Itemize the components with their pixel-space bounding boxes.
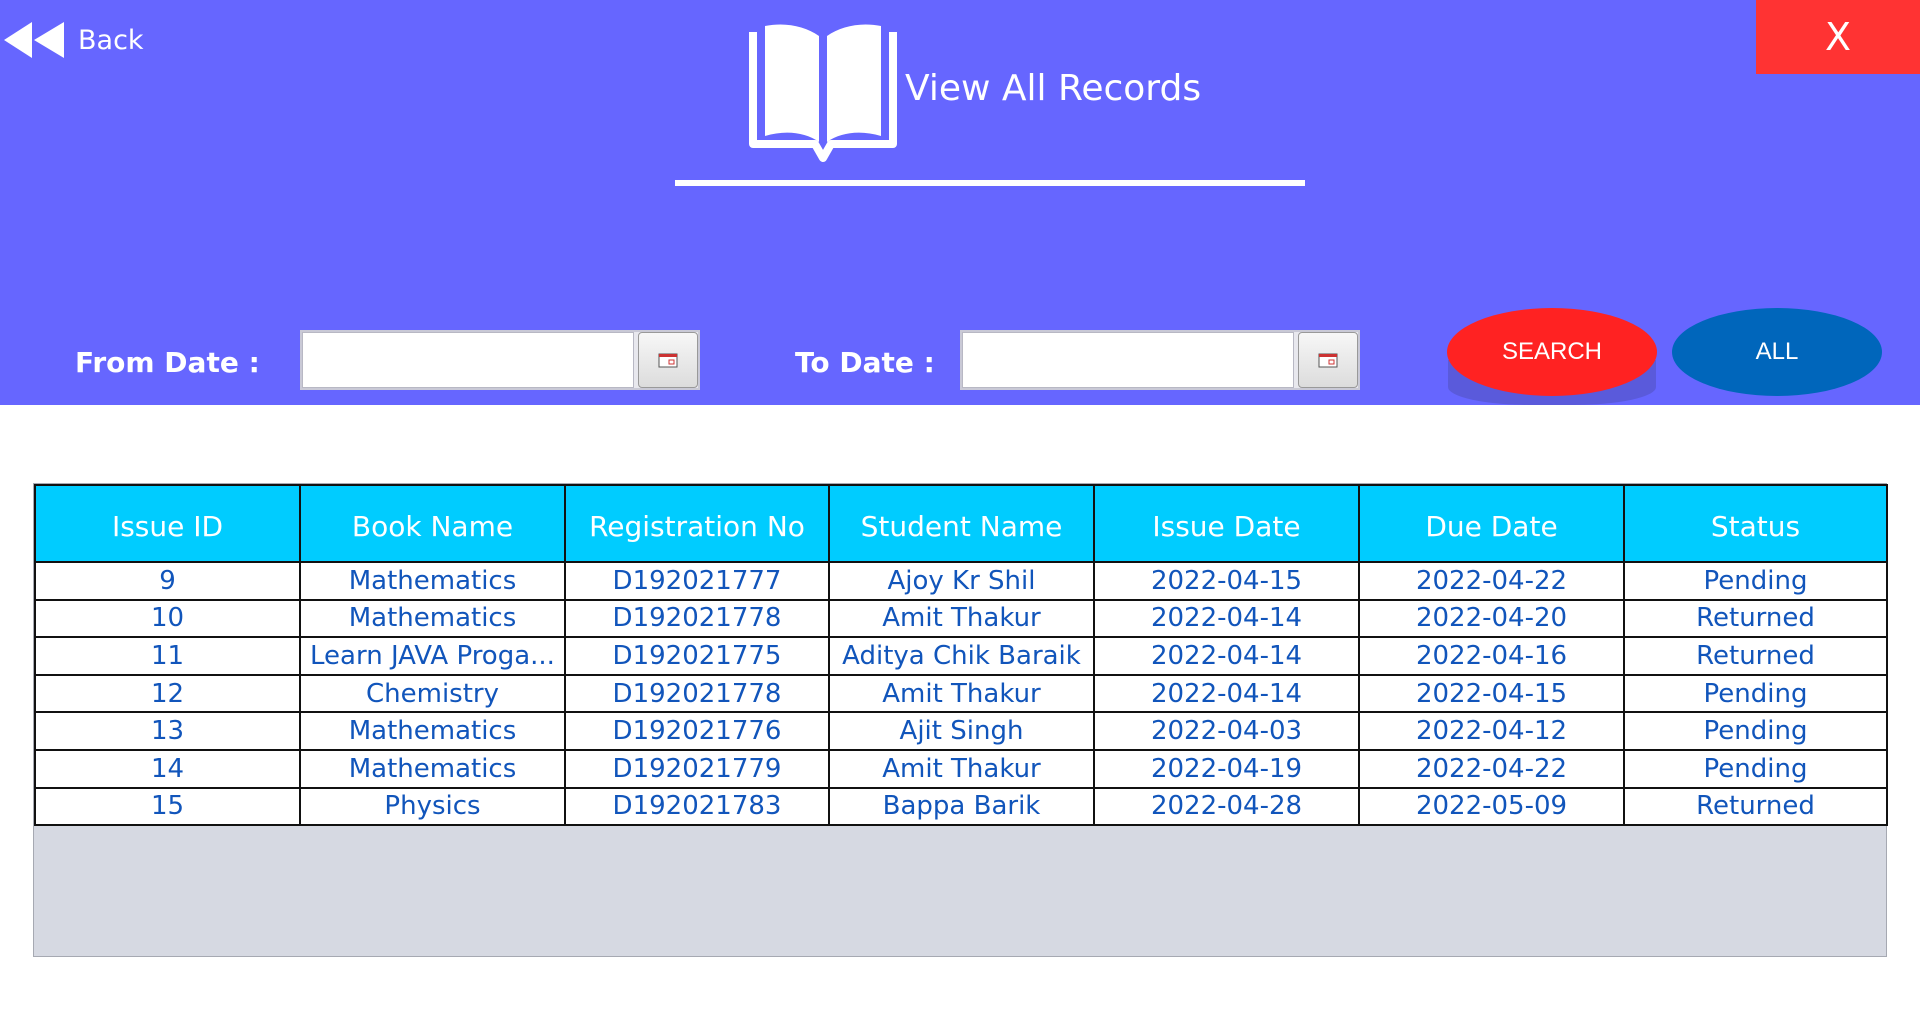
from-date-calendar-button[interactable] [638, 332, 698, 388]
title-underline [675, 180, 1305, 186]
cell-student-name[interactable]: Amit Thakur [828, 673, 1095, 714]
from-date-picker [300, 330, 700, 390]
table-row[interactable]: 10 Mathematics D192021778 Amit Thakur 2022-0… [34, 598, 1888, 639]
cell-registration-no[interactable]: D192021775 [564, 636, 830, 676]
cell-issue-date[interactable]: 2022-04-14 [1093, 636, 1360, 676]
column-header-issue-id[interactable]: Issue ID [34, 484, 301, 563]
cell-issue-date[interactable]: 2022-04-15 [1093, 561, 1360, 601]
column-header-registration-no[interactable]: Registration No [564, 484, 830, 563]
cell-issue-id[interactable]: 15 [34, 786, 301, 827]
cell-status[interactable]: Pending [1623, 561, 1888, 601]
header-bar: Back X View All Records From Date : To D… [0, 0, 1920, 405]
cell-book-name[interactable]: Mathematics [299, 748, 566, 789]
to-date-label: To Date : [795, 346, 935, 379]
cell-issue-date[interactable]: 2022-04-03 [1093, 711, 1360, 751]
cell-book-name[interactable]: Mathematics [299, 598, 566, 639]
close-button[interactable]: X [1756, 0, 1920, 74]
cell-status[interactable]: Pending [1623, 748, 1888, 789]
cell-status[interactable]: Pending [1623, 711, 1888, 751]
to-date-calendar-button[interactable] [1298, 332, 1358, 388]
records-table-container: Issue ID Book Name Registration No Student … [33, 483, 1888, 957]
cell-issue-id[interactable]: 11 [34, 636, 301, 676]
cell-status[interactable]: Returned [1623, 598, 1888, 639]
table-row[interactable]: 9 Mathematics D192021777 Ajoy Kr Shil 2022-0… [34, 561, 1888, 601]
cell-issue-date[interactable]: 2022-04-14 [1093, 673, 1360, 714]
cell-due-date[interactable]: 2022-04-20 [1358, 598, 1625, 639]
cell-student-name[interactable]: Ajoy Kr Shil [828, 561, 1095, 601]
cell-issue-id[interactable]: 13 [34, 711, 301, 751]
cell-status[interactable]: Returned [1623, 786, 1888, 827]
cell-book-name[interactable]: Physics [299, 786, 566, 827]
cell-registration-no[interactable]: D192021778 [564, 673, 830, 714]
cell-registration-no[interactable]: D192021776 [564, 711, 830, 751]
column-header-status[interactable]: Status [1623, 484, 1888, 563]
cell-book-name[interactable]: Chemistry [299, 673, 566, 714]
cell-due-date[interactable]: 2022-04-16 [1358, 636, 1625, 676]
calendar-icon [658, 353, 678, 368]
cell-due-date[interactable]: 2022-05-09 [1358, 786, 1625, 827]
cell-due-date[interactable]: 2022-04-15 [1358, 673, 1625, 714]
back-label: Back [78, 24, 144, 56]
back-button[interactable]: Back [0, 18, 160, 62]
rewind-icon [4, 22, 64, 58]
page-title: View All Records [905, 68, 1202, 109]
table-header-row: Issue ID Book Name Registration No Student … [34, 484, 1888, 563]
cell-student-name[interactable]: Ajit Singh [828, 711, 1095, 751]
cell-issue-date[interactable]: 2022-04-28 [1093, 786, 1360, 827]
cell-student-name[interactable]: Amit Thakur [828, 598, 1095, 639]
cell-book-name[interactable]: Mathematics [299, 711, 566, 751]
cell-student-name[interactable]: Bappa Barik [828, 786, 1095, 827]
cell-book-name[interactable]: Learn JAVA Proga... [299, 636, 566, 676]
calendar-icon [1318, 353, 1338, 368]
column-header-due-date[interactable]: Due Date [1358, 484, 1625, 563]
column-header-issue-date[interactable]: Issue Date [1093, 484, 1360, 563]
table-body: 9 Mathematics D192021777 Ajoy Kr Shil 2022-0… [34, 561, 1888, 827]
cell-status[interactable]: Pending [1623, 673, 1888, 714]
from-date-input[interactable] [302, 332, 634, 388]
cell-registration-no[interactable]: D192021783 [564, 786, 830, 827]
to-date-input[interactable] [962, 332, 1294, 388]
search-button[interactable]: SEARCH [1447, 308, 1657, 396]
table-row[interactable]: 13 Mathematics D192021776 Ajit Singh 2022-04… [34, 711, 1888, 751]
cell-due-date[interactable]: 2022-04-22 [1358, 748, 1625, 789]
cell-due-date[interactable]: 2022-04-12 [1358, 711, 1625, 751]
cell-book-name[interactable]: Mathematics [299, 561, 566, 601]
table-row[interactable]: 14 Mathematics D192021779 Amit Thakur 2022-0… [34, 748, 1888, 789]
table-row[interactable]: 12 Chemistry D192021778 Amit Thakur 2022-04-… [34, 673, 1888, 714]
cell-registration-no[interactable]: D192021777 [564, 561, 830, 601]
column-header-book-name[interactable]: Book Name [299, 484, 566, 563]
cell-student-name[interactable]: Aditya Chik Baraik [828, 636, 1095, 676]
cell-status[interactable]: Returned [1623, 636, 1888, 676]
open-book-icon [749, 24, 897, 162]
cell-issue-id[interactable]: 12 [34, 673, 301, 714]
cell-due-date[interactable]: 2022-04-22 [1358, 561, 1625, 601]
cell-issue-id[interactable]: 10 [34, 598, 301, 639]
records-table: Issue ID Book Name Registration No Student … [34, 484, 1888, 827]
from-date-label: From Date : [75, 346, 260, 379]
cell-registration-no[interactable]: D192021778 [564, 598, 830, 639]
cell-issue-date[interactable]: 2022-04-14 [1093, 598, 1360, 639]
cell-issue-id[interactable]: 14 [34, 748, 301, 789]
all-button[interactable]: ALL [1672, 308, 1882, 396]
table-row[interactable]: 15 Physics D192021783 Bappa Barik 2022-04-28… [34, 786, 1888, 827]
cell-student-name[interactable]: Amit Thakur [828, 748, 1095, 789]
cell-registration-no[interactable]: D192021779 [564, 748, 830, 789]
column-header-student-name[interactable]: Student Name [828, 484, 1095, 563]
cell-issue-date[interactable]: 2022-04-19 [1093, 748, 1360, 789]
cell-issue-id[interactable]: 9 [34, 561, 301, 601]
table-row[interactable]: 11 Learn JAVA Proga... D192021775 Aditya Ch… [34, 636, 1888, 676]
to-date-picker [960, 330, 1360, 390]
